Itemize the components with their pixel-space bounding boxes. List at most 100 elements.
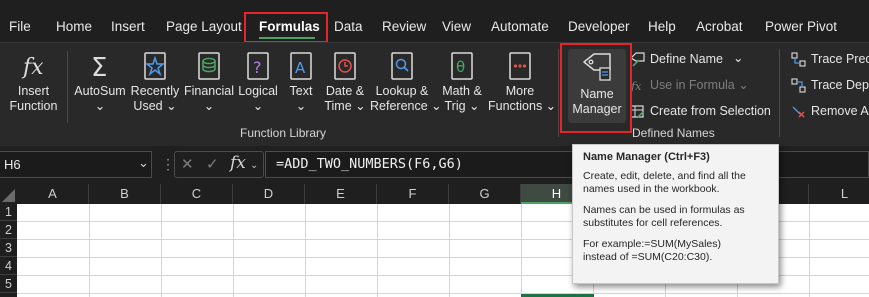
column-header-f[interactable]: F [377,184,449,204]
recently-used-label-2: Used ⌄ [133,99,177,113]
fx-small-icon: fx [630,80,642,93]
define-name-button[interactable]: Define Name [630,49,723,69]
tag-pencil-icon [630,52,645,67]
autosum-label: AutoSum [74,84,126,98]
defined-names-group-label: Defined Names [632,126,715,140]
row-header-2[interactable]: 2 [0,222,17,239]
trace-precedents-button[interactable]: Trace Prece [791,49,869,69]
column-header-e[interactable]: E [305,184,377,204]
text-caret: ⌄ [295,99,307,113]
logical-caret: ⌄ [252,99,264,113]
financial-book-icon [198,52,220,80]
svg-text:θ: θ [456,58,465,76]
ribbon-divider [558,49,559,137]
tab-insert[interactable]: Insert [111,19,145,34]
tab-formulas[interactable]: Formulas [259,19,320,34]
financial-caret: ⌄ [203,99,215,113]
insert-function-label-2: Function [9,99,58,113]
tab-data[interactable]: Data [334,19,363,34]
insert-function-icon[interactable]: fx [230,153,246,173]
star-book-icon [144,52,166,80]
name-box-dropdown[interactable]: ⌄ [138,155,149,171]
name-manager-button[interactable]: Name Manager [568,49,626,123]
tab-acrobat[interactable]: Acrobat [696,19,743,34]
tab-file[interactable]: File [9,19,31,34]
row-header-5[interactable]: 5 [0,276,17,293]
column-header-l[interactable]: L [809,184,869,204]
create-from-selection-label: Create from Selection [650,104,771,118]
ribbon-divider [67,51,68,123]
theta-book-icon: θ [451,52,473,80]
tab-developer[interactable]: Developer [568,19,630,34]
tab-review[interactable]: Review [382,19,426,34]
date-time-button[interactable]: Date & Time ⌄ [322,51,368,114]
tab-power-pivot[interactable]: Power Pivot [765,19,837,34]
column-header-c[interactable]: C [161,184,233,204]
ribbon: fx Insert Function Σ AutoSum ⌄ Recently … [0,42,869,146]
column-header-b[interactable]: B [89,184,161,204]
autosum-button[interactable]: Σ AutoSum ⌄ [72,51,128,114]
row-header-4[interactable]: 4 [0,258,17,275]
lookup-reference-label-1: Lookup & [375,84,429,98]
date-time-label-2: Time ⌄ [324,99,366,113]
logical-button[interactable]: ? Logical ⌄ [236,51,280,114]
name-manager-tooltip: Name Manager (Ctrl+F3) Create, edit, del… [572,144,779,284]
column-header-a[interactable]: A [17,184,89,204]
lookup-reference-label-2: Reference ⌄ [370,99,442,113]
question-book-icon: ? [247,52,269,80]
name-manager-label-2: Manager [572,102,622,116]
menu-bar: File Home Insert Page Layout Formulas Da… [0,0,869,43]
svg-text:Σ: Σ [91,53,107,81]
math-trig-label-1: Math & [442,84,482,98]
chevron-down-icon[interactable]: ⌄ [250,160,258,171]
math-trig-button[interactable]: θ Math & Trig ⌄ [438,51,486,114]
define-name-dropdown[interactable]: ⌄ [733,48,743,68]
more-functions-button[interactable]: More Functions ⌄ [488,51,556,114]
math-trig-label-2: Trig ⌄ [444,99,480,113]
tooltip-example-line-1: For example:=SUM(MySales) [583,238,721,250]
tab-view[interactable]: View [442,19,471,34]
name-box[interactable]: H6 [0,151,152,178]
name-manager-label-1: Name [580,87,614,101]
tab-automate[interactable]: Automate [491,19,549,34]
tab-help[interactable]: Help [648,19,676,34]
trace-precedents-label: Trace Prece [811,52,869,66]
create-from-selection-button[interactable]: Create from Selection [630,101,771,121]
svg-text:A: A [295,59,306,77]
tab-home[interactable]: Home [56,19,92,34]
create-names-icon [630,105,644,118]
svg-text:fx: fx [21,55,44,80]
trace-dependents-button[interactable]: Trace Depe [791,75,869,95]
formula-bar-more-icon[interactable]: ⋮ [161,156,175,173]
remove-arrows-label: Remove Ar [811,104,869,118]
tab-page-layout[interactable]: Page Layout [166,19,242,34]
svg-text:?: ? [253,58,262,77]
text-functions-button[interactable]: A Text ⌄ [284,51,318,114]
column-header-g[interactable]: G [449,184,521,204]
enter-icon[interactable]: ✓ [206,155,219,173]
insert-function-button[interactable]: fx Insert Function [6,51,61,114]
clock-book-icon [334,52,356,80]
text-book-icon: A [290,52,312,80]
remove-arrows-button[interactable]: Remove Ar [791,101,869,121]
recently-used-button[interactable]: Recently Used ⌄ [128,51,182,114]
name-box-value: H6 [4,157,21,172]
select-all-corner[interactable] [0,184,17,204]
define-name-label: Define Name [650,52,723,66]
svg-text:fx: fx [630,80,642,93]
row-header-1[interactable]: 1 [0,204,17,221]
row-header-3[interactable]: 3 [0,240,17,257]
financial-button[interactable]: Financial ⌄ [182,51,236,114]
search-book-icon [391,52,413,80]
tooltip-description: Create, edit, delete, and find all the n… [583,170,746,195]
use-in-formula-button[interactable]: fx Use in Formula ⌄ [630,75,749,95]
fx-icon: fx [21,55,44,80]
lookup-reference-button[interactable]: Lookup & Reference ⌄ [370,51,442,114]
formula-controls: ✕ ✓ fx ⌄ [174,151,264,178]
tooltip-example-line-2: instead of =SUM(C20:C30). [583,251,713,263]
column-header-d[interactable]: D [233,184,305,204]
ribbon-divider [779,49,780,137]
remove-arrows-icon [792,106,805,118]
tooltip-usage: Names can be used in formulas as substit… [583,204,745,229]
cancel-icon[interactable]: ✕ [181,155,194,173]
